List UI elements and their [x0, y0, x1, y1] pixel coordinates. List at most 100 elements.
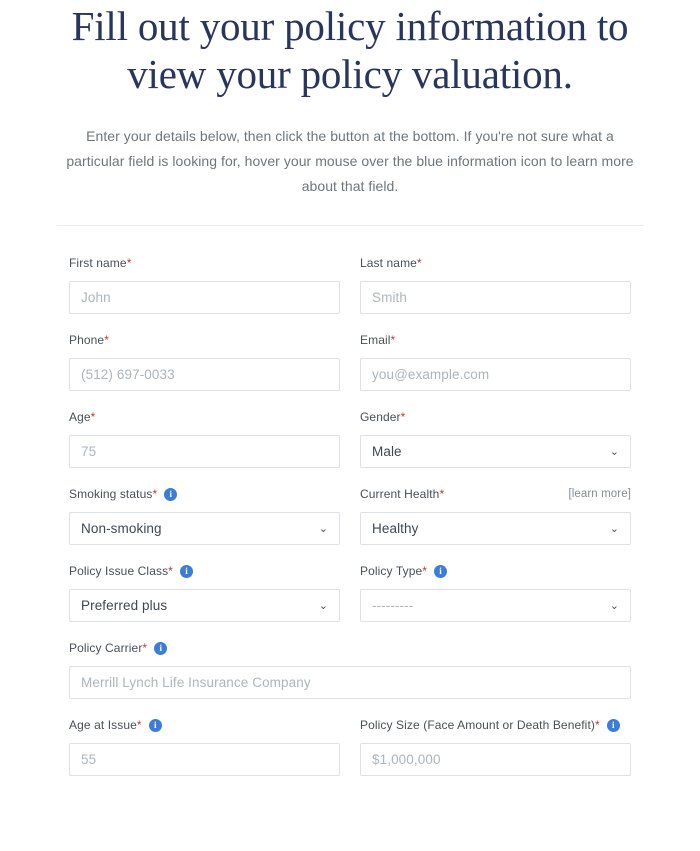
- age-placeholder: 75: [81, 444, 97, 459]
- required-asterisk: *: [142, 641, 148, 655]
- field-age-at-issue: Age at Issue* i 55: [69, 716, 340, 776]
- chevron-down-icon: ⌄: [318, 522, 328, 535]
- policy-size-input[interactable]: $1,000,000: [360, 743, 631, 776]
- required-asterisk: *: [416, 256, 422, 270]
- form-row: Age at Issue* i 55 Policy Size (Face Amo…: [69, 716, 631, 776]
- info-icon[interactable]: i: [148, 718, 162, 732]
- info-icon[interactable]: i: [154, 641, 168, 655]
- age-at-issue-label: Age at Issue*: [69, 718, 142, 732]
- required-asterisk: *: [104, 333, 109, 347]
- policy-type-label: Policy Type*: [360, 564, 428, 578]
- phone-placeholder: (512) 697-0033: [81, 367, 175, 382]
- form-row: Policy Carrier* i Merrill Lynch Life Ins…: [69, 639, 631, 699]
- last-name-placeholder: Smith: [372, 290, 408, 305]
- policy-information-form: First name* John Last name* Smith Phone*: [69, 226, 631, 776]
- field-last-name: Last name* Smith: [360, 254, 631, 314]
- gender-value: Male: [372, 444, 402, 459]
- field-first-name: First name* John: [69, 254, 340, 314]
- policy-carrier-label: Policy Carrier*: [69, 641, 148, 655]
- info-icon[interactable]: i: [606, 718, 620, 732]
- required-asterisk: *: [400, 410, 406, 424]
- chevron-down-icon: ⌄: [318, 599, 328, 612]
- phone-input[interactable]: (512) 697-0033: [69, 358, 340, 391]
- page-title: Fill out your policy information to view…: [71, 3, 629, 97]
- label-line: Age at Issue* i: [69, 716, 340, 734]
- page-subtitle: Enter your details below, then click the…: [66, 128, 634, 194]
- required-asterisk: *: [90, 410, 96, 424]
- first-name-input[interactable]: John: [69, 281, 340, 314]
- policy-size-placeholder: $1,000,000: [372, 752, 441, 767]
- email-input[interactable]: you@example.com: [360, 358, 631, 391]
- last-name-input[interactable]: Smith: [360, 281, 631, 314]
- policy-issue-class-label: Policy Issue Class*: [69, 564, 173, 578]
- label-line: Gender*: [360, 408, 631, 426]
- required-asterisk: *: [152, 487, 158, 501]
- info-icon[interactable]: i: [179, 564, 193, 578]
- first-name-label: First name*: [69, 256, 132, 270]
- gender-label: Gender*: [360, 410, 406, 424]
- required-asterisk: *: [136, 718, 142, 732]
- policy-issue-class-select[interactable]: Preferred plus ⌄: [69, 589, 340, 622]
- field-current-health: Current Health* [learn more] Healthy ⌄: [360, 485, 631, 545]
- label-line: Phone*: [69, 331, 340, 349]
- smoking-status-label: Smoking status*: [69, 487, 158, 501]
- field-phone: Phone* (512) 697-0033: [69, 331, 340, 391]
- label-line: Current Health* [learn more]: [360, 485, 631, 503]
- learn-more-link[interactable]: [learn more]: [568, 488, 631, 500]
- label-line: First name*: [69, 254, 340, 272]
- field-smoking-status: Smoking status* i Non-smoking ⌄: [69, 485, 340, 545]
- info-icon[interactable]: i: [434, 564, 448, 578]
- policy-carrier-input[interactable]: Merrill Lynch Life Insurance Company: [69, 666, 631, 699]
- label-line: Policy Carrier* i: [69, 639, 631, 657]
- current-health-value: Healthy: [372, 521, 419, 536]
- first-name-placeholder: John: [81, 290, 111, 305]
- email-placeholder: you@example.com: [372, 367, 490, 382]
- smoking-status-value: Non-smoking: [81, 521, 162, 536]
- age-at-issue-placeholder: 55: [81, 752, 97, 767]
- gender-select[interactable]: Male ⌄: [360, 435, 631, 468]
- policy-type-value: ---------: [372, 598, 414, 613]
- required-asterisk: *: [390, 333, 396, 347]
- smoking-status-select[interactable]: Non-smoking ⌄: [69, 512, 340, 545]
- phone-label: Phone*: [69, 333, 109, 347]
- label-line: Email*: [360, 331, 631, 349]
- field-age: Age* 75: [69, 408, 340, 468]
- required-asterisk: *: [126, 256, 132, 270]
- policy-carrier-placeholder: Merrill Lynch Life Insurance Company: [81, 675, 311, 690]
- form-row: Policy Issue Class* i Preferred plus ⌄ P…: [69, 562, 631, 622]
- info-icon[interactable]: i: [164, 487, 178, 501]
- form-row: Phone* (512) 697-0033 Email* you@example…: [69, 331, 631, 391]
- field-policy-size: Policy Size (Face Amount or Death Benefi…: [360, 716, 631, 776]
- label-line: Policy Issue Class* i: [69, 562, 340, 580]
- age-input[interactable]: 75: [69, 435, 340, 468]
- form-row: Age* 75 Gender* Male ⌄: [69, 408, 631, 468]
- chevron-down-icon: ⌄: [609, 599, 619, 612]
- required-asterisk: *: [594, 718, 600, 732]
- label-line: Policy Size (Face Amount or Death Benefi…: [360, 716, 631, 734]
- form-row: Smoking status* i Non-smoking ⌄ Current …: [69, 485, 631, 545]
- chevron-down-icon: ⌄: [609, 445, 619, 458]
- required-asterisk: *: [168, 564, 173, 578]
- field-email: Email* you@example.com: [360, 331, 631, 391]
- policy-size-label: Policy Size (Face Amount or Death Benefi…: [360, 718, 600, 732]
- current-health-select[interactable]: Healthy ⌄: [360, 512, 631, 545]
- age-at-issue-input[interactable]: 55: [69, 743, 340, 776]
- label-line: Smoking status* i: [69, 485, 340, 503]
- label-line: Last name*: [360, 254, 631, 272]
- required-asterisk: *: [439, 487, 445, 501]
- field-policy-carrier: Policy Carrier* i Merrill Lynch Life Ins…: [69, 639, 631, 699]
- email-label: Email*: [360, 333, 396, 347]
- required-asterisk: *: [422, 564, 428, 578]
- policy-information-page: Fill out your policy information to view…: [0, 0, 700, 776]
- page-header: Fill out your policy information to view…: [0, 0, 700, 199]
- field-policy-type: Policy Type* i --------- ⌄: [360, 562, 631, 622]
- policy-type-select[interactable]: --------- ⌄: [360, 589, 631, 622]
- label-line: Age*: [69, 408, 340, 426]
- chevron-down-icon: ⌄: [609, 522, 619, 535]
- policy-issue-class-value: Preferred plus: [81, 598, 168, 613]
- field-policy-issue-class: Policy Issue Class* i Preferred plus ⌄: [69, 562, 340, 622]
- current-health-label: Current Health*: [360, 487, 445, 501]
- label-line: Policy Type* i: [360, 562, 631, 580]
- age-label: Age*: [69, 410, 96, 424]
- form-row: First name* John Last name* Smith: [69, 254, 631, 314]
